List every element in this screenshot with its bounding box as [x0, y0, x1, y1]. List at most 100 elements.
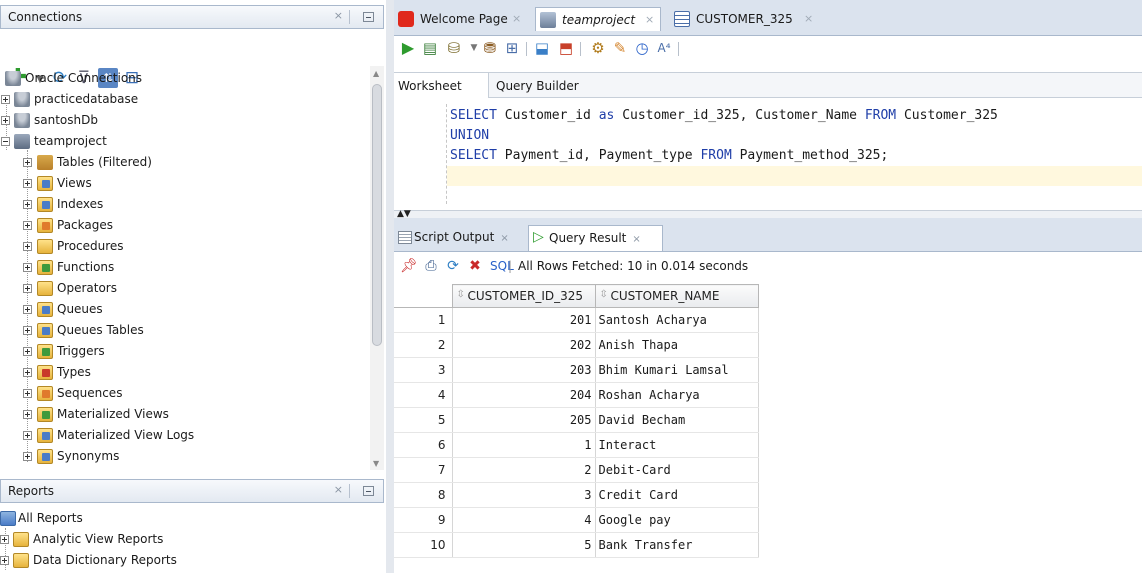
- cancel-query-icon[interactable]: ✖: [466, 257, 484, 275]
- table-row[interactable]: 6 1 Interact: [394, 432, 759, 458]
- expand-plus-icon[interactable]: [1, 95, 10, 104]
- sql-line[interactable]: UNION: [450, 126, 489, 146]
- expand-plus-icon[interactable]: [23, 347, 32, 356]
- tab-query-builder[interactable]: Query Builder: [496, 73, 586, 99]
- expand-plus-icon[interactable]: [23, 326, 32, 335]
- expand-plus-icon[interactable]: [0, 556, 9, 565]
- table-row[interactable]: 8 3 Credit Card: [394, 482, 759, 508]
- row-number-cell[interactable]: 4: [394, 382, 453, 408]
- refresh-icon[interactable]: ⟳: [444, 257, 462, 275]
- commit-icon[interactable]: ⛁: [444, 38, 464, 58]
- close-tab-icon[interactable]: ×: [632, 234, 640, 245]
- scroll-up-arrow-icon[interactable]: ▲: [373, 69, 379, 78]
- table-row[interactable]: 10 5 Bank Transfer: [394, 532, 759, 558]
- table-row[interactable]: 2 202 Anish Thapa: [394, 332, 759, 358]
- expand-plus-icon[interactable]: [23, 389, 32, 398]
- expand-plus-icon[interactable]: [23, 305, 32, 314]
- row-number-cell[interactable]: 2: [394, 332, 453, 358]
- editor-splitter[interactable]: ▲▼: [394, 210, 1142, 219]
- close-tab-icon[interactable]: ×: [645, 8, 654, 32]
- column-header-customer-name[interactable]: CUSTOMER_NAME: [594, 284, 759, 308]
- customer-id-cell[interactable]: 205: [452, 407, 596, 433]
- expand-plus-icon[interactable]: [23, 158, 32, 167]
- tab-welcome-page[interactable]: Welcome Page ×: [394, 7, 531, 31]
- customer-id-cell[interactable]: 3: [452, 482, 596, 508]
- tab-script-output[interactable]: Script Output ×: [394, 225, 519, 251]
- connections-close-icon[interactable]: ×: [334, 9, 343, 22]
- customer-id-cell[interactable]: 5: [452, 532, 596, 558]
- customer-id-cell[interactable]: 4: [452, 507, 596, 533]
- customer-name-cell[interactable]: Roshan Acharya: [595, 382, 759, 408]
- customer-name-cell[interactable]: Anish Thapa: [595, 332, 759, 358]
- sql-editor[interactable]: SELECT Customer_id as Customer_id_325, C…: [394, 98, 1142, 210]
- customer-name-cell[interactable]: Credit Card: [595, 482, 759, 508]
- table-row[interactable]: 9 4 Google pay: [394, 507, 759, 533]
- row-number-cell[interactable]: 3: [394, 357, 453, 383]
- customer-name-cell[interactable]: Santosh Acharya: [595, 307, 759, 333]
- run-script-icon[interactable]: ▤: [420, 38, 440, 58]
- row-number-cell[interactable]: 9: [394, 507, 453, 533]
- history-icon[interactable]: ◷: [632, 38, 652, 58]
- row-number-cell[interactable]: 6: [394, 432, 453, 458]
- customer-id-cell[interactable]: 2: [452, 457, 596, 483]
- pin-icon[interactable]: 📌︎: [400, 257, 418, 275]
- close-tab-icon[interactable]: ×: [512, 7, 521, 31]
- explain-plan-icon[interactable]: ⊞: [502, 38, 522, 58]
- expand-plus-icon[interactable]: [23, 431, 32, 440]
- expand-plus-icon[interactable]: [23, 221, 32, 230]
- autotrace-icon[interactable]: ⬓: [532, 38, 552, 58]
- row-number-cell[interactable]: 10: [394, 532, 453, 558]
- customer-id-cell[interactable]: 202: [452, 332, 596, 358]
- tab-teamproject[interactable]: teamproject ×: [535, 7, 661, 31]
- scrollbar-thumb[interactable]: [372, 84, 382, 346]
- splitter-arrows-icon[interactable]: ▲▼: [397, 210, 411, 219]
- close-tab-icon[interactable]: ×: [804, 7, 813, 31]
- customer-id-cell[interactable]: 204: [452, 382, 596, 408]
- expand-plus-icon[interactable]: [0, 535, 9, 544]
- clear-icon[interactable]: ✎: [610, 38, 630, 58]
- table-row[interactable]: 5 205 David Becham: [394, 407, 759, 433]
- collapse-minus-icon[interactable]: [1, 137, 10, 146]
- table-row[interactable]: 4 204 Roshan Acharya: [394, 382, 759, 408]
- customer-id-cell[interactable]: 201: [452, 307, 596, 333]
- reports-close-icon[interactable]: ×: [334, 483, 343, 496]
- expand-plus-icon[interactable]: [23, 263, 32, 272]
- connections-minimize-icon[interactable]: [363, 12, 374, 22]
- sql-line[interactable]: SELECT Customer_id as Customer_id_325, C…: [450, 106, 998, 126]
- customer-name-cell[interactable]: Bhim Kumari Lamsal: [595, 357, 759, 383]
- connections-scrollbar[interactable]: ▲ ▼: [370, 66, 384, 470]
- tab-worksheet[interactable]: Worksheet: [394, 73, 489, 99]
- customer-name-cell[interactable]: David Becham: [595, 407, 759, 433]
- customer-name-cell[interactable]: Google pay: [595, 507, 759, 533]
- unshared-sql-icon[interactable]: ⚙: [588, 38, 608, 58]
- table-row[interactable]: 1 201 Santosh Acharya: [394, 307, 759, 333]
- table-row[interactable]: 3 203 Bhim Kumari Lamsal: [394, 357, 759, 383]
- column-header-customer-id-325[interactable]: CUSTOMER_ID_325: [451, 284, 596, 308]
- rollback-icon[interactable]: ⛃: [480, 38, 500, 58]
- panel-divider[interactable]: [386, 0, 394, 573]
- reports-minimize-icon[interactable]: [363, 486, 374, 496]
- row-number-cell[interactable]: 1: [394, 307, 453, 333]
- sort-icon[interactable]: [457, 289, 465, 302]
- customer-name-cell[interactable]: Interact: [595, 432, 759, 458]
- customer-id-cell[interactable]: 1: [452, 432, 596, 458]
- customer-id-cell[interactable]: 203: [452, 357, 596, 383]
- format-icon[interactable]: A⁴: [654, 38, 674, 58]
- customer-name-cell[interactable]: Bank Transfer: [595, 532, 759, 558]
- expand-plus-icon[interactable]: [23, 200, 32, 209]
- sql-line[interactable]: SELECT Payment_id, Payment_type FROM Pay…: [450, 146, 888, 166]
- table-row[interactable]: 7 2 Debit-Card: [394, 457, 759, 483]
- close-tab-icon[interactable]: ×: [500, 233, 508, 244]
- run-statement-icon[interactable]: ▶: [398, 38, 418, 58]
- tab-customer-325[interactable]: CUSTOMER_325 ×: [670, 7, 822, 31]
- tab-query-result[interactable]: ▷ Query Result ×: [528, 225, 663, 251]
- print-icon[interactable]: ⎙: [422, 257, 440, 275]
- tuning-icon[interactable]: ⬒: [556, 38, 576, 58]
- expand-plus-icon[interactable]: [23, 242, 32, 251]
- expand-plus-icon[interactable]: [23, 284, 32, 293]
- scroll-down-arrow-icon[interactable]: ▼: [373, 459, 379, 468]
- sort-icon[interactable]: [600, 289, 608, 302]
- customer-name-cell[interactable]: Debit-Card: [595, 457, 759, 483]
- expand-plus-icon[interactable]: [23, 368, 32, 377]
- row-number-cell[interactable]: 7: [394, 457, 453, 483]
